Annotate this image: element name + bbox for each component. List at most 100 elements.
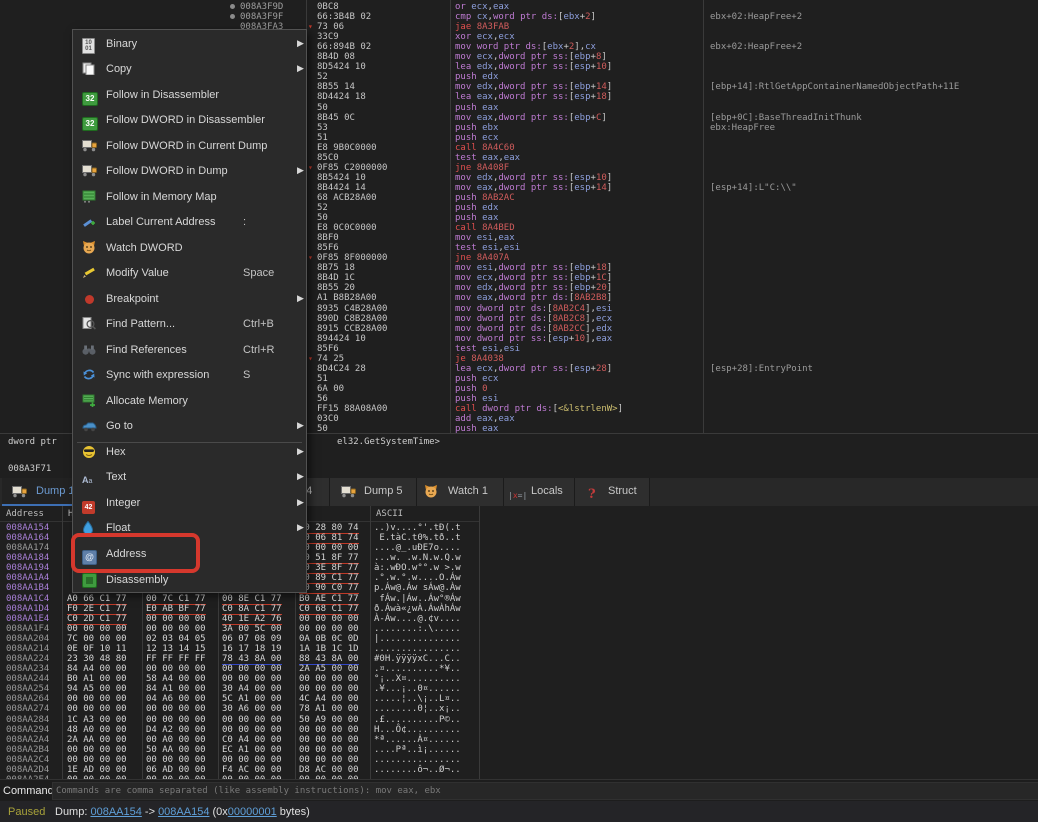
dump-hex-group[interactable]: 48 A0 00 00 xyxy=(67,725,127,735)
dump-ascii[interactable]: °¡..X¤.......... xyxy=(374,674,461,684)
dump-ascii[interactable]: ........ô¬..Ø¬.. xyxy=(374,765,461,775)
dump-ascii[interactable]: à:.wÐO.w°°.w >.w xyxy=(374,563,461,573)
dump-hex-group[interactable]: F4 AC 00 00 xyxy=(222,765,282,775)
dump-hex-group[interactable]: 84 A1 00 00 xyxy=(146,684,206,694)
dump-row[interactable]: 008AA1F400 00 00 0000 00 00 003A 00 5C 0… xyxy=(0,624,1038,634)
dump-hex-group[interactable]: 00 00 00 00 xyxy=(222,715,282,725)
menu-item-watch-dword[interactable]: Watch DWORD xyxy=(73,236,306,261)
dump-hex-group[interactable]: 00 00 00 00 xyxy=(67,624,127,634)
dump-hex-group[interactable]: 00 00 00 00 xyxy=(299,614,359,624)
dump-hex-group[interactable]: 50 A9 00 00 xyxy=(299,715,359,725)
dump-hex-group[interactable]: 1C A3 00 00 xyxy=(67,715,127,725)
dump-hex-group[interactable]: 00 A0 00 00 xyxy=(146,735,206,745)
menu-item-binary[interactable]: 1001Binary▶ xyxy=(73,32,306,57)
dump-ascii[interactable]: p.Áw@.Áw sÁw@.Àw xyxy=(374,583,461,593)
dump-ascii[interactable]: .¥...¡..0¤...... xyxy=(374,684,461,694)
dump-hex-group[interactable]: 1A 1B 1C 1D xyxy=(299,644,359,654)
dump-hex-group[interactable]: 12 13 14 15 xyxy=(146,644,206,654)
menu-item-follow-dword-in-current-dump[interactable]: Follow DWORD in Current Dump xyxy=(73,134,306,159)
dump-hex-group[interactable]: EC A1 00 00 xyxy=(222,745,282,755)
dump-hex-group[interactable]: 02 03 04 05 xyxy=(146,634,206,644)
dump-ascii[interactable]: ........0¦..x¡.. xyxy=(374,704,461,714)
dump-ascii[interactable]: ....Pª..ì¡...... xyxy=(374,745,461,755)
dump-ascii[interactable]: fÁw.|Áw..Áw°®Áw xyxy=(374,594,461,604)
status-addr-from-link[interactable]: 008AA154 xyxy=(90,806,141,818)
dump-hex-group[interactable]: 00 00 00 00 xyxy=(222,664,282,674)
disassembly-row[interactable]: 008A3F9D0BC8or ecx,eax xyxy=(0,2,1038,12)
dump-ascii[interactable]: ........:.\..... xyxy=(374,624,461,634)
dump-row[interactable]: 008AA26400 00 00 0004 A6 00 005C A1 00 0… xyxy=(0,694,1038,704)
command-input[interactable] xyxy=(52,782,1038,800)
dump-ascii[interactable]: E.tàC.t0%.tð..t xyxy=(374,533,461,543)
dump-hex-group[interactable]: 00 00 00 00 xyxy=(299,735,359,745)
dump-hex-group[interactable]: 00 00 00 00 xyxy=(146,664,206,674)
menu-item-follow-dword-in-disassembler[interactable]: 32Follow DWORD in Disassembler xyxy=(73,108,306,133)
dump-hex-group[interactable]: 00 00 00 00 xyxy=(299,624,359,634)
dump-ascii[interactable]: .¤..........*¥.. xyxy=(374,664,461,674)
dump-ascii[interactable]: ....@_.uÐE7o.... xyxy=(374,543,461,553)
dump-row[interactable]: 008AA2140E 0F 10 1112 13 14 1516 17 18 1… xyxy=(0,644,1038,654)
dump-hex-group[interactable]: 00 00 00 00 xyxy=(67,745,127,755)
dump-hex-group[interactable]: 00 00 00 00 xyxy=(67,694,127,704)
dump-ascii[interactable]: #0H.ÿÿÿÿxC...C.. xyxy=(374,654,461,664)
dump-hex-group[interactable]: 30 A6 00 00 xyxy=(222,704,282,714)
dump-ascii[interactable]: |............... xyxy=(374,634,461,644)
disassembly-row[interactable]: 008A3F9F66:3B4B 02cmp cx,word ptr ds:[eb… xyxy=(0,12,1038,22)
dump-hex-group[interactable]: 00 00 00 00 xyxy=(299,755,359,765)
dump-hex-group[interactable]: 1E AD 00 00 xyxy=(67,765,127,775)
menu-item-find-pattern-[interactable]: Find Pattern...Ctrl+B xyxy=(73,312,306,337)
dump-hex-group[interactable]: B0 A1 00 00 xyxy=(67,674,127,684)
dump-ascii[interactable]: ................ xyxy=(374,755,461,765)
dump-hex-group[interactable]: 00 00 00 00 xyxy=(67,704,127,714)
dump-row[interactable]: 008AA244B0 A1 00 0058 A4 00 0000 00 00 0… xyxy=(0,674,1038,684)
dump-ascii[interactable]: À-Áw....@.¢v.... xyxy=(374,614,461,624)
dump-ascii[interactable]: ð.Áwà«¿wÀ.ÁwÀhÁw xyxy=(374,604,461,614)
dump-hex-group[interactable]: 06 07 08 09 xyxy=(222,634,282,644)
dump-hex-group[interactable]: 0E 0F 10 11 xyxy=(67,644,127,654)
dump-hex-group[interactable]: 00 00 00 00 xyxy=(146,704,206,714)
breakpoint-dot-icon[interactable] xyxy=(230,4,235,9)
dump-hex-group[interactable]: 16 17 18 19 xyxy=(222,644,282,654)
dump-hex-group[interactable]: 7C 00 00 00 xyxy=(67,634,127,644)
menu-item-follow-in-disassembler[interactable]: 32Follow in Disassembler xyxy=(73,83,306,108)
dump-hex-group[interactable]: 30 A4 00 00 xyxy=(222,684,282,694)
menu-item-modify-value[interactable]: Modify ValueSpace xyxy=(73,261,306,286)
status-addr-to-link[interactable]: 008AA154 xyxy=(158,806,209,818)
dump-hex-group[interactable]: FF FF FF FF xyxy=(146,654,206,664)
dump-hex-group[interactable]: 00 00 00 00 xyxy=(299,745,359,755)
dump-hex-group[interactable]: 2A AA 00 00 xyxy=(67,735,127,745)
dump-row[interactable]: 008AA2841C A3 00 0000 00 00 0000 00 00 0… xyxy=(0,715,1038,725)
dump-row[interactable]: 008AA1E4C0 2D C1 7700 00 00 0040 1E A2 7… xyxy=(0,614,1038,624)
menu-item-breakpoint[interactable]: Breakpoint▶ xyxy=(73,287,306,312)
status-bytes-value-link[interactable]: 00000001 xyxy=(228,806,277,818)
dump-hex-group[interactable]: 00 00 00 00 xyxy=(222,725,282,735)
dump-hex-group[interactable]: 23 30 48 80 xyxy=(67,654,127,664)
dump-hex-group[interactable]: 00 00 00 00 xyxy=(67,755,127,765)
dump-hex-group[interactable]: 00 00 00 00 xyxy=(299,684,359,694)
tab-watch-1[interactable]: Watch 1 xyxy=(417,478,504,506)
menu-item-go-to[interactable]: Go to▶ xyxy=(73,414,306,439)
dump-ascii[interactable]: ................ xyxy=(374,644,461,654)
tab-struct[interactable]: ?Struct xyxy=(575,478,650,506)
dump-hex-group[interactable]: C0 A4 00 00 xyxy=(222,735,282,745)
dump-row[interactable]: 008AA1C4A0 66 C1 7700 7C C1 7700 8E C1 7… xyxy=(0,594,1038,604)
dump-hex-group[interactable]: D4 A2 00 00 xyxy=(146,725,206,735)
menu-item-text[interactable]: AaText▶ xyxy=(73,465,306,490)
dump-hex-group[interactable]: D8 AC 00 00 xyxy=(299,765,359,775)
dump-hex-group[interactable]: 00 00 00 00 xyxy=(146,624,206,634)
dump-row[interactable]: 008AA2D41E AD 00 0006 AD 00 00F4 AC 00 0… xyxy=(0,765,1038,775)
menu-item-copy[interactable]: Copy▶ xyxy=(73,57,306,82)
dump-ascii[interactable]: H...Ô¢.......... xyxy=(374,725,461,735)
dump-ascii[interactable]: .....¦..\¡..L¤.. xyxy=(374,694,461,704)
dump-hex-group[interactable]: 94 A5 00 00 xyxy=(67,684,127,694)
dump-ascii[interactable]: ...w. .w.N.w.Q.w xyxy=(374,553,461,563)
dump-ascii[interactable]: .£..........P©.. xyxy=(374,715,461,725)
dump-row[interactable]: 008AA27400 00 00 0000 00 00 0030 A6 00 0… xyxy=(0,704,1038,714)
dump-hex-group[interactable]: 06 AD 00 00 xyxy=(146,765,206,775)
dump-row[interactable]: 008AA2047C 00 00 0002 03 04 0506 07 08 0… xyxy=(0,634,1038,644)
dump-row[interactable]: 008AA25494 A5 00 0084 A1 00 0030 A4 00 0… xyxy=(0,684,1038,694)
dump-row[interactable]: 008AA22423 30 48 80FF FF FF FF78 43 8A 0… xyxy=(0,654,1038,664)
menu-item-follow-in-memory-map[interactable]: Follow in Memory Map xyxy=(73,185,306,210)
dump-hex-group[interactable]: 04 A6 00 00 xyxy=(146,694,206,704)
menu-item-label-current-address[interactable]: Label Current Address: xyxy=(73,210,306,235)
